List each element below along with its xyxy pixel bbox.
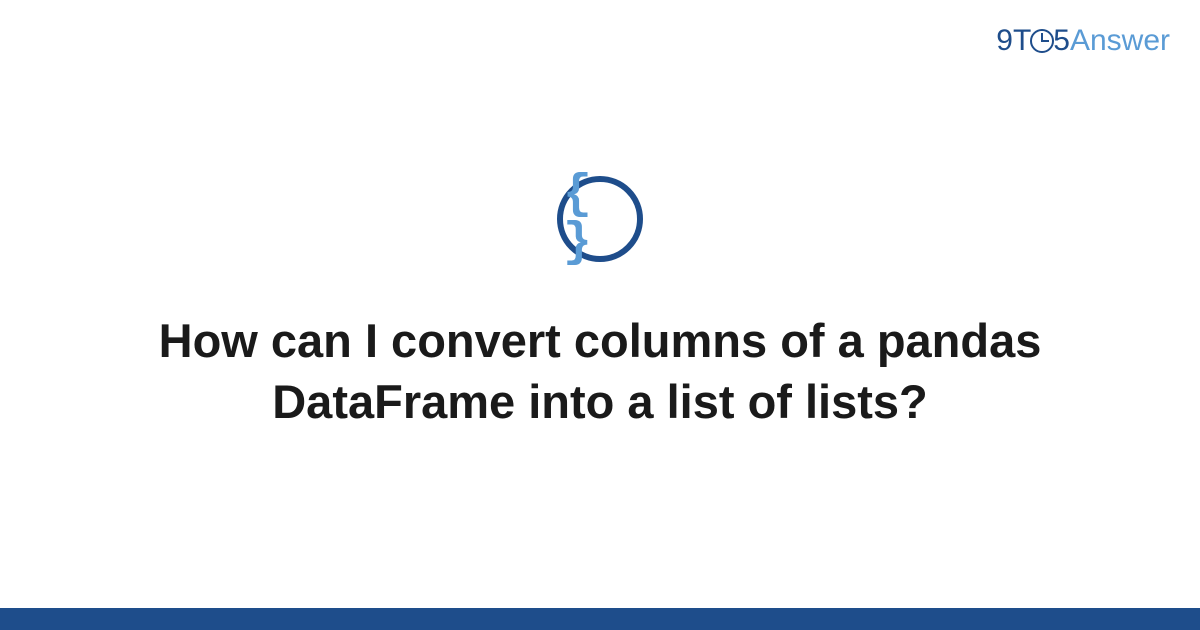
category-icon-wrapper: { }	[557, 176, 643, 262]
footer-bar	[0, 608, 1200, 630]
question-title: How can I convert columns of a pandas Da…	[100, 310, 1100, 432]
main-content: { } How can I convert columns of a panda…	[0, 0, 1200, 608]
code-braces-icon: { }	[563, 171, 637, 267]
